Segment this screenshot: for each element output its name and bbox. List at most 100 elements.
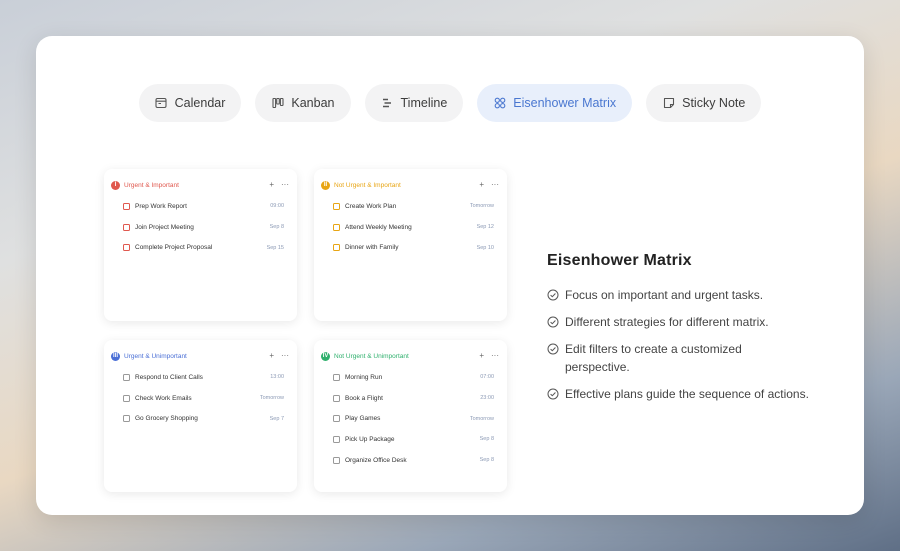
quadrant-title: Urgent & Important [124, 181, 179, 189]
matrix-icon [493, 97, 506, 110]
more-options-button[interactable]: ··· [491, 352, 499, 360]
task-date: Sep 15 [266, 244, 284, 251]
task-date: Tomorrow [469, 415, 494, 422]
check-circle-icon [547, 343, 559, 355]
tab-timeline[interactable]: Timeline [364, 84, 464, 122]
quadrant-header: IV Not Urgent & Unimportant + ··· [314, 345, 507, 367]
feature-description: Eisenhower Matrix Focus on important and… [547, 252, 847, 412]
tab-label: Kanban [291, 96, 335, 110]
quadrant-title: Not Urgent & Important [334, 181, 401, 189]
task-date: 13:00 [270, 374, 284, 381]
add-task-button[interactable]: + [479, 181, 484, 189]
tab-sticky-note[interactable]: Sticky Note [646, 84, 762, 122]
task-row[interactable]: Complete Project Proposal Sep 15 [104, 237, 297, 258]
task-row[interactable]: Dinner with Family Sep 10 [314, 237, 507, 258]
task-row[interactable]: Check Work Emails Tomorrow [104, 388, 297, 409]
task-date: Sep 7 [269, 415, 284, 422]
tab-label: Eisenhower Matrix [513, 96, 617, 110]
check-circle-icon [547, 388, 559, 400]
task-name: Morning Run [345, 373, 383, 381]
tab-calendar[interactable]: Calendar [138, 84, 242, 122]
task-row[interactable]: Organize Office Desk Sep 8 [314, 450, 507, 471]
check-circle-icon [547, 316, 559, 328]
task-row[interactable]: Play Games Tomorrow [314, 408, 507, 429]
task-row[interactable]: Pick Up Package Sep 8 [314, 429, 507, 450]
task-date: Sep 12 [476, 224, 494, 231]
feature-card: Calendar Kanban Timeline Eisenhower Matr… [36, 36, 864, 515]
task-name: Go Grocery Shopping [135, 415, 198, 423]
task-checkbox[interactable] [333, 435, 340, 443]
task-name: Pick Up Package [345, 435, 395, 443]
task-row[interactable]: Join Project Meeting Sep 8 [104, 217, 297, 238]
check-circle-icon [547, 289, 559, 301]
task-row[interactable]: Create Work Plan Tomorrow [314, 196, 507, 217]
more-options-button[interactable]: ··· [281, 181, 289, 189]
quadrant-urgent-unimportant: III Urgent & Unimportant + ··· Respond t… [104, 340, 297, 492]
quadrant-urgent-important: I Urgent & Important + ··· Prep Work Rep… [104, 169, 297, 321]
task-date: 23:00 [480, 395, 494, 402]
tab-eisenhower-matrix[interactable]: Eisenhower Matrix [477, 84, 633, 122]
task-checkbox[interactable] [333, 394, 340, 402]
task-checkbox[interactable] [123, 373, 130, 381]
task-name: Book a Flight [345, 394, 383, 402]
tab-label: Sticky Note [682, 96, 746, 110]
task-date: Sep 8 [269, 224, 284, 231]
task-checkbox[interactable] [333, 202, 340, 210]
task-name: Prep Work Report [135, 202, 187, 210]
task-row[interactable]: Book a Flight 23:00 [314, 388, 507, 409]
feature-item: Effective plans guide the sequence of ac… [547, 385, 847, 403]
quadrant-header: I Urgent & Important + ··· [104, 174, 297, 196]
task-date: Sep 8 [479, 457, 494, 464]
task-checkbox[interactable] [333, 456, 340, 464]
task-name: Create Work Plan [345, 202, 397, 210]
more-options-button[interactable]: ··· [491, 181, 499, 189]
tab-label: Timeline [400, 96, 448, 110]
task-date: 07:00 [480, 374, 494, 381]
task-row[interactable]: Prep Work Report 09:00 [104, 196, 297, 217]
task-checkbox[interactable] [333, 373, 340, 381]
quadrant-badge: I [111, 180, 120, 190]
task-name: Attend Weekly Meeting [345, 223, 412, 231]
quadrant-badge: IV [321, 351, 330, 361]
feature-text: Edit filters to create a customized pers… [565, 342, 742, 374]
task-date: Tomorrow [469, 203, 494, 210]
tab-label: Calendar [174, 96, 226, 110]
feature-item: Different strategies for different matri… [547, 313, 847, 331]
feature-item: Focus on important and urgent tasks. [547, 286, 847, 304]
task-checkbox[interactable] [333, 415, 340, 423]
quadrant-badge: III [111, 351, 120, 361]
quadrant-header: II Not Urgent & Important + ··· [314, 174, 507, 196]
add-task-button[interactable]: + [269, 181, 274, 189]
task-name: Complete Project Proposal [135, 244, 213, 252]
task-row[interactable]: Go Grocery Shopping Sep 7 [104, 408, 297, 429]
add-task-button[interactable]: + [269, 352, 274, 360]
task-checkbox[interactable] [333, 223, 340, 231]
task-checkbox[interactable] [123, 244, 130, 252]
feature-text: Focus on important and urgent tasks. [565, 288, 764, 302]
timeline-icon [381, 97, 394, 110]
tab-kanban[interactable]: Kanban [255, 84, 351, 122]
task-checkbox[interactable] [123, 415, 130, 423]
task-row[interactable]: Morning Run 07:00 [314, 367, 507, 388]
add-task-button[interactable]: + [479, 352, 484, 360]
task-row[interactable]: Attend Weekly Meeting Sep 12 [314, 217, 507, 238]
quadrant-not-urgent-important: II Not Urgent & Important + ··· Create W… [314, 169, 507, 321]
task-name: Play Games [345, 415, 381, 423]
task-name: Join Project Meeting [135, 223, 194, 231]
more-options-button[interactable]: ··· [281, 352, 289, 360]
kanban-icon [271, 97, 284, 110]
task-date: 09:00 [270, 203, 284, 210]
task-row[interactable]: Respond to Client Calls 13:00 [104, 367, 297, 388]
task-date: Sep 8 [479, 436, 494, 443]
task-name: Respond to Client Calls [135, 373, 203, 381]
task-checkbox[interactable] [333, 244, 340, 252]
task-checkbox[interactable] [123, 394, 130, 402]
quadrant-title: Urgent & Unimportant [124, 352, 187, 360]
quadrant-not-urgent-unimportant: IV Not Urgent & Unimportant + ··· Mornin… [314, 340, 507, 492]
task-checkbox[interactable] [123, 223, 130, 231]
sticky-note-icon [662, 97, 675, 110]
task-name: Dinner with Family [345, 244, 399, 252]
task-checkbox[interactable] [123, 202, 130, 210]
feature-item: Edit filters to create a customized pers… [547, 340, 847, 376]
view-tabs: Calendar Kanban Timeline Eisenhower Matr… [36, 84, 864, 122]
